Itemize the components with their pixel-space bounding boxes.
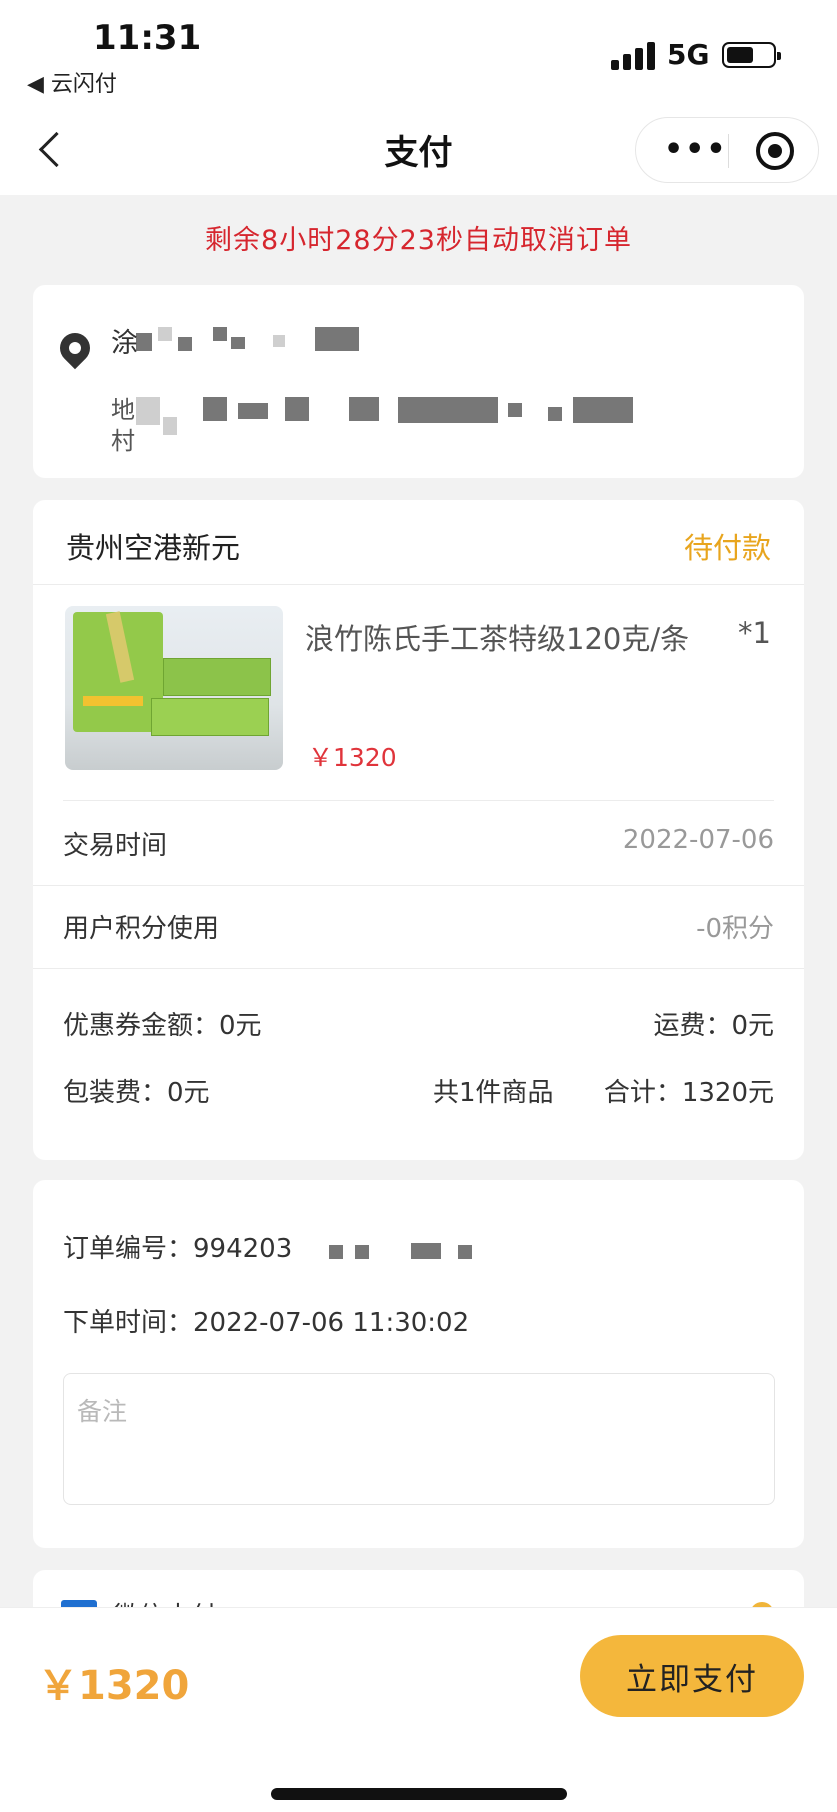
shipping-fee: 运费：0元	[653, 1011, 774, 1041]
bottom-pay-bar: ￥1320 立即支付	[0, 1607, 837, 1812]
battery-icon	[722, 42, 781, 68]
divider	[33, 584, 804, 585]
redacted-block	[398, 397, 498, 423]
redacted-block	[315, 327, 359, 351]
redacted-block	[273, 335, 285, 347]
redacted-block	[136, 397, 160, 425]
points-usage-value: -0积分	[696, 914, 774, 944]
redacted-block	[411, 1243, 441, 1259]
redacted-block	[508, 403, 522, 417]
redacted-block	[285, 397, 309, 421]
redacted-block	[573, 397, 633, 423]
redacted-block	[355, 1245, 369, 1259]
product-price: ￥1320	[308, 743, 397, 772]
redacted-block	[329, 1245, 343, 1259]
item-count: 共1件商品	[433, 1078, 554, 1108]
packing-fee: 包装费：0元	[63, 1078, 210, 1108]
address-line-2: 村	[111, 427, 135, 455]
redacted-block	[136, 333, 152, 351]
shop-name: 贵州空港新元	[66, 531, 241, 565]
auto-cancel-countdown: 剩余8小时28分23秒自动取消订单	[205, 225, 632, 256]
order-number: 订单编号：994203	[63, 1234, 293, 1264]
divider	[33, 968, 804, 969]
order-total: 合计：1320元	[603, 1078, 774, 1108]
order-info-card: 订单编号：994203 下单时间：2022-07-06 11:30:02 备注	[33, 1180, 804, 1548]
product-quantity: *1	[738, 616, 771, 650]
trade-time-label: 交易时间	[63, 831, 168, 861]
product-box	[163, 658, 271, 696]
order-status-badge: 待付款	[683, 531, 771, 565]
recipient-name: 涂	[111, 328, 138, 359]
product-box	[151, 698, 269, 736]
close-target-icon[interactable]	[756, 132, 794, 170]
signal-icon	[611, 42, 655, 70]
address-card[interactable]: 涂 地 村	[33, 285, 804, 478]
product-bag	[73, 611, 163, 732]
redacted-block	[178, 337, 192, 351]
more-icon[interactable]: •••	[664, 135, 728, 165]
order-time: 下单时间：2022-07-06 11:30:02	[63, 1308, 470, 1338]
redacted-block	[163, 417, 177, 435]
divider	[63, 800, 774, 801]
network-type: 5G	[667, 38, 710, 71]
address-line-1: 地	[111, 396, 135, 424]
redacted-block	[349, 397, 379, 421]
trade-time-value: 2022-07-06	[622, 825, 774, 855]
product-label	[83, 696, 143, 706]
mini-program-capsule: •••	[635, 117, 819, 183]
back-to-app-link[interactable]: ◀ 云闪付	[27, 66, 117, 98]
redacted-block	[213, 327, 227, 341]
nav-bar: 支付 •••	[0, 105, 837, 195]
redacted-block	[548, 407, 562, 421]
redacted-block	[158, 327, 172, 341]
capsule-divider	[728, 134, 729, 168]
divider	[33, 885, 804, 886]
location-pin-icon	[53, 326, 97, 370]
home-indicator[interactable]	[271, 1788, 567, 1800]
remark-field[interactable]: 备注	[63, 1373, 775, 1505]
redacted-block	[458, 1245, 472, 1259]
redacted-block	[231, 337, 245, 349]
status-bar: 11:31 ◀ 云闪付 5G	[0, 0, 837, 105]
remark-placeholder: 备注	[77, 1397, 128, 1426]
points-usage-label: 用户积分使用	[63, 914, 220, 944]
pay-now-button[interactable]: 立即支付	[580, 1635, 804, 1717]
bottom-total-price: ￥1320	[38, 1663, 190, 1709]
product-title[interactable]: 浪竹陈氏手工茶特级120克/条	[305, 616, 689, 658]
order-card: 贵州空港新元 待付款 浪竹陈氏手工茶特级120克/条 *1 ￥1320 交易时间…	[33, 500, 804, 1160]
status-time: 11:31	[93, 18, 202, 58]
coupon-amount: 优惠券金额：0元	[63, 1011, 262, 1041]
product-image[interactable]	[65, 606, 283, 770]
redacted-block	[203, 397, 227, 421]
redacted-block	[238, 403, 268, 419]
